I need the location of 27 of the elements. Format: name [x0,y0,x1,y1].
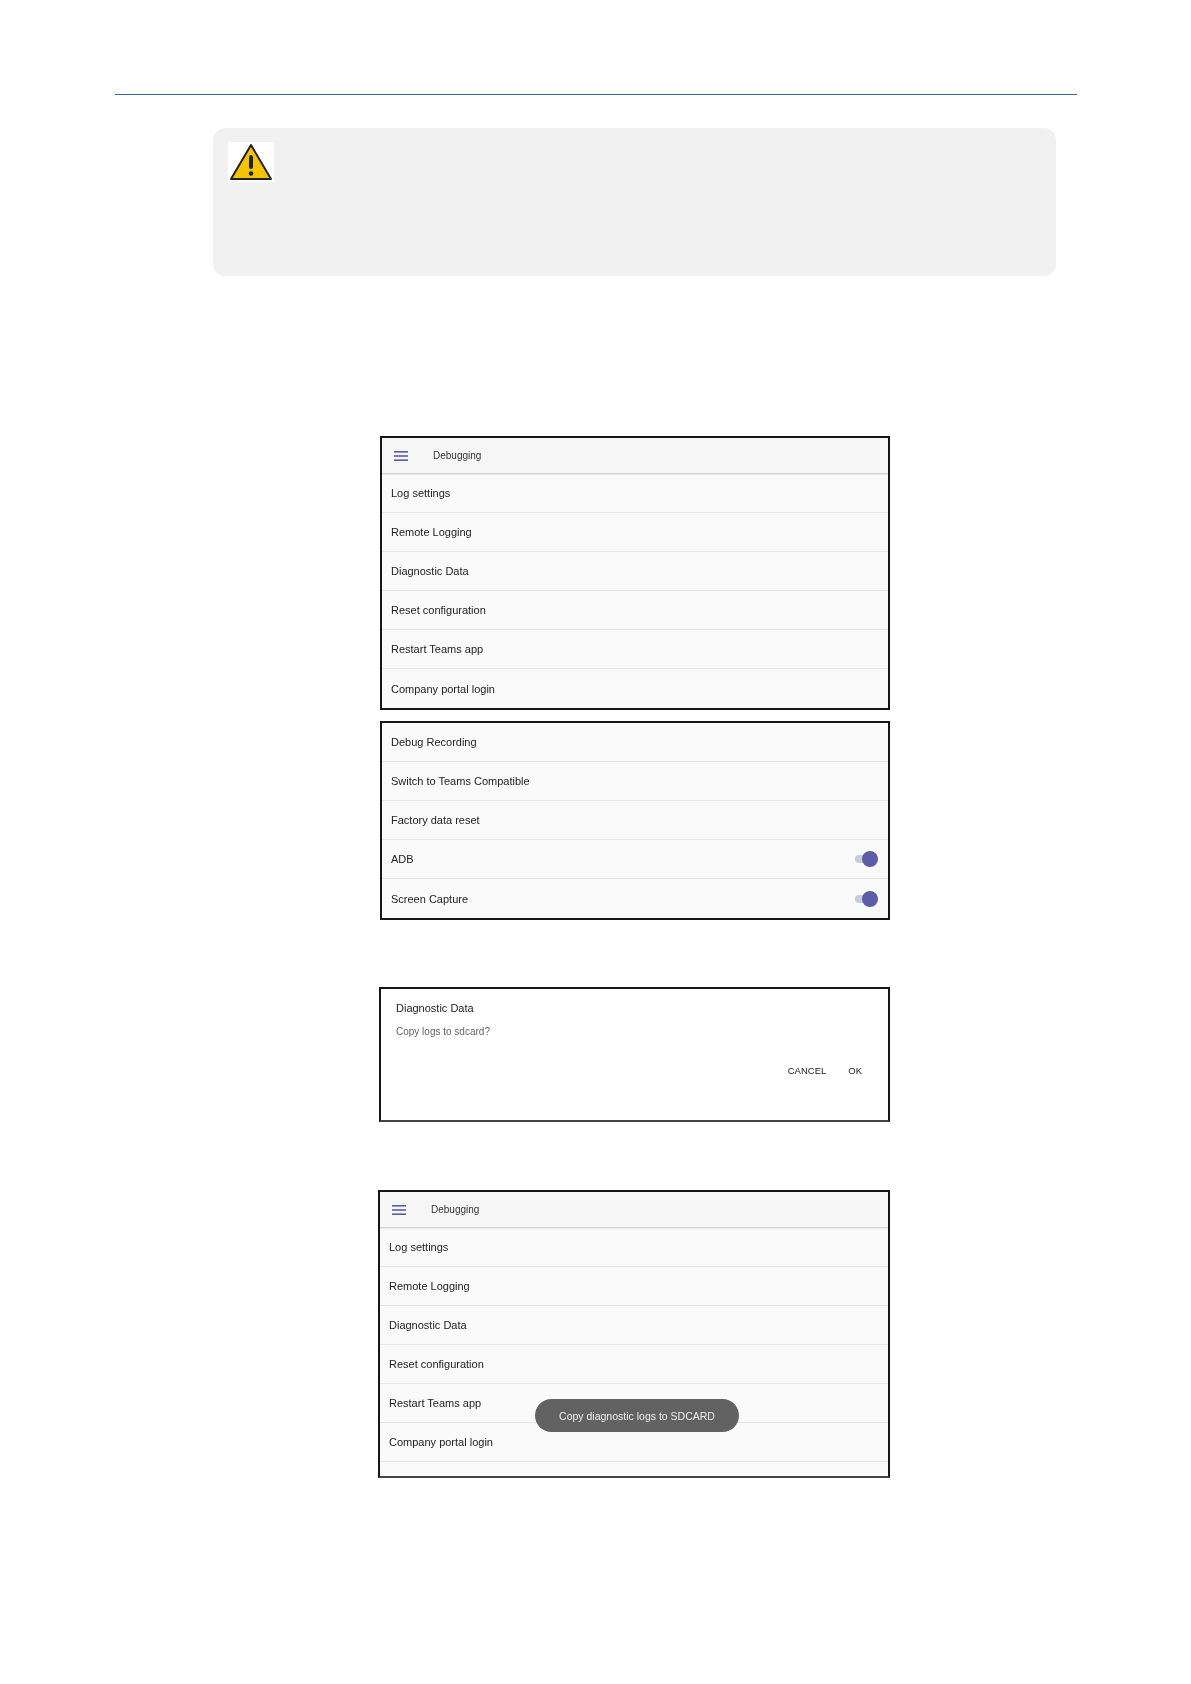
dialog-button[interactable]: CANCEL [783,1063,831,1078]
settings-item[interactable]: Diagnostic Data [380,1306,888,1345]
settings-item-label: Screen Capture [391,892,469,905]
menu-icon[interactable] [392,1204,406,1215]
settings-item[interactable]: Reset configuration [380,1345,888,1384]
screen-title: Debugging [431,1204,480,1215]
toast-message: Copy diagnostic logs to SDCARD [535,1399,739,1432]
toggle-switch[interactable] [854,890,878,907]
screen-title: Debugging [433,450,482,461]
settings-item[interactable]: Diagnostic Data [382,552,888,591]
settings-item[interactable]: Remote Logging [380,1267,888,1306]
dialog-button[interactable]: OK [844,1063,866,1078]
settings-item[interactable]: Log settings [382,474,888,513]
settings-item[interactable]: Factory data reset [382,801,888,840]
toggle-switch[interactable] [854,851,878,867]
warning-icon [228,142,274,182]
dialog-message: Copy logs to sdcard? [396,1026,491,1037]
settings-item[interactable]: Log settings [380,1228,888,1267]
settings-item[interactable]: Switch to Teams Compatible [382,762,888,801]
settings-item[interactable]: Remote Logging [382,513,888,552]
settings-item[interactable]: Company portal login [382,669,888,708]
menu-icon[interactable] [394,450,408,461]
settings-item-label: ADB [391,853,414,865]
settings-item[interactable]: Debug Recording [382,723,888,762]
settings-item[interactable]: Restart Teams app [382,630,888,669]
settings-item[interactable]: Reset configuration [382,591,888,630]
dialog-title: Diagnostic Data [396,1002,475,1014]
